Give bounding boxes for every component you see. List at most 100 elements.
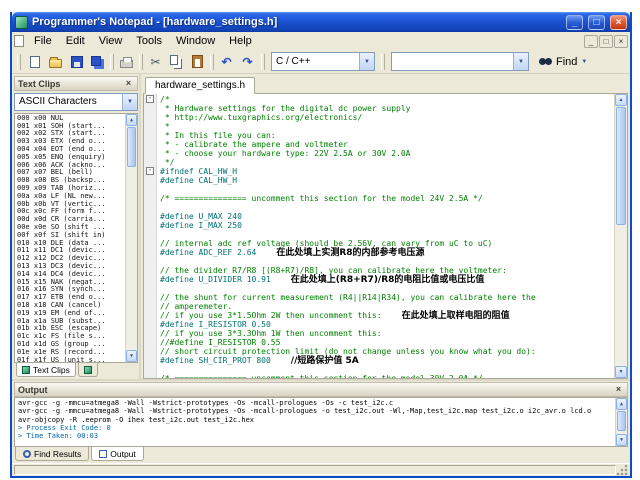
redo-button[interactable] <box>237 52 258 72</box>
save-all-button[interactable] <box>87 52 108 72</box>
code-view[interactable]: /* * Hardware settings for the digital d… <box>157 94 614 378</box>
code-text: #define ADC_REF 2.64 <box>160 248 256 257</box>
clips-rows: 000 x00 NUL001 x01 SOH (start...002 x02 … <box>17 115 123 363</box>
scrollbar-thumb[interactable] <box>617 411 626 431</box>
scroll-down-icon[interactable]: ▼ <box>615 366 627 378</box>
chevron-down-icon[interactable]: ▼ <box>359 53 374 70</box>
window-title: Programmer's Notepad - [hardware_setting… <box>32 16 561 28</box>
paste-button[interactable] <box>187 52 208 72</box>
clips-tab-1[interactable] <box>78 363 98 377</box>
fold-margin: -- <box>144 94 157 378</box>
find-button[interactable]: Find ▼ <box>533 53 593 71</box>
code-line: // the shunt for current measurement (R4… <box>160 293 614 302</box>
code-line: // internal adc ref voltage (should be 2… <box>160 239 614 248</box>
chevron-down-icon[interactable]: ▼ <box>513 53 528 70</box>
menu-item-view[interactable]: View <box>92 34 130 48</box>
code-text: * http://www.tuxgraphics.org/electronics… <box>160 113 362 122</box>
code-line: #define U_MAX 240 <box>160 212 614 221</box>
resize-grip[interactable] <box>616 465 628 476</box>
output-scrollbar[interactable]: ▲ ▼ <box>615 398 627 446</box>
restore-button[interactable]: □ <box>588 15 605 30</box>
code-line <box>160 257 614 266</box>
open-file-icon <box>49 59 62 68</box>
menu-item-edit[interactable]: Edit <box>59 34 92 48</box>
code-text: // if you use 3*1.5Ohm 2W then uncomment… <box>160 311 382 320</box>
output-title: Output <box>18 385 48 395</box>
clips-tab-icon <box>84 366 92 374</box>
code-text: * Hardware settings for the digital dc p… <box>160 104 410 113</box>
mdi-minimize-button[interactable]: _ <box>584 35 598 48</box>
menu-item-help[interactable]: Help <box>222 34 259 48</box>
close-icon[interactable]: × <box>613 384 624 395</box>
menu-item-tools[interactable]: Tools <box>129 34 169 48</box>
chevron-down-icon: ▼ <box>581 59 587 65</box>
close-button[interactable]: × <box>610 15 627 30</box>
new-file-button[interactable] <box>24 52 45 72</box>
bottom-tab-label: Output <box>110 449 136 459</box>
save-file-icon <box>71 56 83 68</box>
copy-button[interactable] <box>166 52 187 72</box>
clips-scrollbar[interactable]: ▲ ▼ <box>125 114 137 362</box>
code-text: // the divider R7/R8 [(R8+R7)/R8], you c… <box>160 266 507 275</box>
find-label: Find <box>556 56 577 68</box>
scroll-down-icon[interactable]: ▼ <box>126 350 137 362</box>
close-icon[interactable]: × <box>123 78 134 89</box>
toolbar-grip-2[interactable] <box>261 54 265 70</box>
editor-tab[interactable]: hardware_settings.h <box>145 77 255 94</box>
search-select[interactable]: ▼ <box>391 52 529 71</box>
bottom-tab-find-results[interactable]: Find Results <box>15 447 89 461</box>
scroll-up-icon[interactable]: ▲ <box>615 94 627 106</box>
scroll-up-icon[interactable]: ▲ <box>616 398 627 410</box>
code-text: #define I_MAX 250 <box>160 221 242 230</box>
new-file-icon <box>30 56 40 68</box>
mdi-controls: _ □ × <box>584 35 628 48</box>
code-text: * In this file you can: <box>160 131 276 140</box>
toolbar-separator <box>210 54 214 70</box>
output-header: Output × <box>14 382 628 397</box>
undo-button[interactable] <box>216 52 237 72</box>
scroll-up-icon[interactable]: ▲ <box>126 114 137 126</box>
copy-icon <box>170 55 178 65</box>
scroll-down-icon[interactable]: ▼ <box>616 434 627 446</box>
menu-item-window[interactable]: Window <box>169 34 222 48</box>
code-text: #ifndef CAL_HW_H <box>160 167 237 176</box>
status-bar <box>12 463 630 476</box>
cut-button[interactable] <box>145 52 166 72</box>
output-content[interactable]: avr-gcc -g -mmcu=atmega8 -Wall -Wstrict-… <box>14 397 628 447</box>
code-line: // if you use 3*3.3Ohm 1W then uncomment… <box>160 329 614 338</box>
toolbar: C / C++ ▼ ▼ Find ▼ <box>12 50 630 74</box>
undo-icon <box>221 53 231 71</box>
clips-tab-0[interactable]: Text Clips <box>16 363 76 377</box>
print-button[interactable] <box>116 52 137 72</box>
code-text: // the shunt for current measurement (R4… <box>160 293 536 302</box>
fold-toggle-icon[interactable]: - <box>146 167 154 175</box>
fold-toggle-icon[interactable]: - <box>146 95 154 103</box>
editor-scrollbar[interactable]: ▲ ▼ <box>614 94 627 378</box>
chevron-down-icon[interactable]: ▼ <box>122 94 137 110</box>
code-line: #define I_RESISTOR 0.50 <box>160 320 614 329</box>
scrollbar-thumb[interactable] <box>127 127 136 167</box>
toolbar-grip-3[interactable] <box>381 54 385 70</box>
text-clips-panel: Text Clips × ASCII Characters ▼ 000 x00 … <box>12 74 141 379</box>
clips-set-select[interactable]: ASCII Characters ▼ <box>14 93 138 111</box>
editor[interactable]: -- /* * Hardware settings for the digita… <box>143 94 628 379</box>
clips-tab-icon <box>22 366 30 374</box>
menu-item-file[interactable]: File <box>27 34 59 48</box>
mdi-restore-button[interactable]: □ <box>599 35 613 48</box>
toolbar-separator <box>110 54 114 70</box>
open-file-button[interactable] <box>45 52 66 72</box>
mdi-close-button[interactable]: × <box>614 35 628 48</box>
toolbar-grip[interactable] <box>17 54 21 70</box>
code-line: #ifndef CAL_HW_H <box>160 167 614 176</box>
output-panel: Output × avr-gcc -g -mmcu=atmega8 -Wall … <box>12 379 630 447</box>
code-text: //#define I_RESISTOR 0.55 <box>160 338 280 347</box>
menu-items: FileEditViewToolsWindowHelp <box>27 32 259 50</box>
bottom-tab-output[interactable]: Output <box>91 447 144 461</box>
save-file-button[interactable] <box>66 52 87 72</box>
clip-row[interactable]: 01f x1f US (unit s... <box>17 357 123 363</box>
scheme-select[interactable]: C / C++ ▼ <box>271 52 375 71</box>
scrollbar-thumb[interactable] <box>616 107 626 225</box>
minimize-button[interactable]: _ <box>566 15 583 30</box>
clips-list: 000 x00 NUL001 x01 SOH (start...002 x02 … <box>14 113 138 363</box>
output-line: avr-gcc -g -mmcu=atmega8 -Wall -Wstrict-… <box>18 407 613 415</box>
